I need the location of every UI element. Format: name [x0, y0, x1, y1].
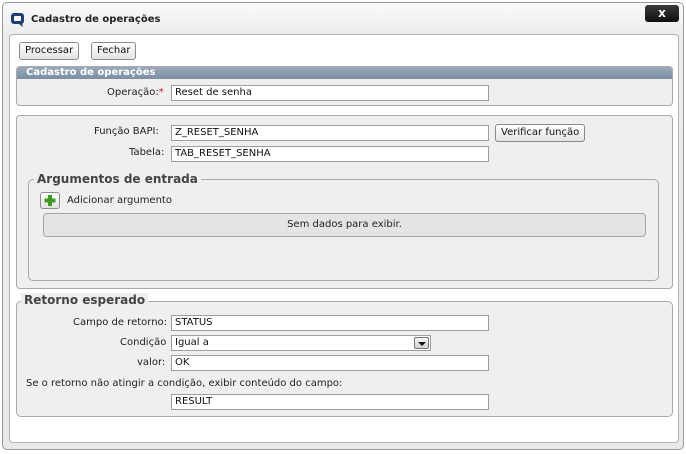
table-input[interactable]: TAB_RESET_SENHA — [171, 146, 489, 162]
add-argument-label[interactable]: Adicionar argumento — [67, 195, 172, 206]
condition-selected-value: Igual a — [175, 337, 209, 348]
arguments-fieldset: Argumentos de entrada Adicionar argument… — [28, 172, 659, 281]
verify-function-button[interactable]: Verificar função — [495, 124, 586, 142]
close-button[interactable]: Fechar — [91, 42, 137, 60]
operation-label-text: Operação: — [107, 87, 159, 98]
value-label: valor: — [137, 357, 166, 368]
function-bapi-input[interactable]: Z_RESET_SENHA — [171, 125, 489, 141]
process-button[interactable]: Processar — [19, 42, 80, 60]
fallback-field-input[interactable]: RESULT — [171, 394, 489, 410]
close-window-button[interactable]: x — [645, 5, 679, 22]
operation-section: Cadastro de operações Operação:* Reset d… — [16, 66, 673, 106]
value-input[interactable]: OK — [171, 355, 489, 371]
arguments-empty-grid: Sem dados para exibir. — [43, 213, 646, 237]
condition-label: Condição — [120, 337, 167, 348]
return-legend: Retorno esperado — [21, 293, 149, 307]
dialog-window: Cadastro de operações x Processar Fechar… — [2, 2, 684, 450]
add-argument-button[interactable] — [40, 192, 60, 209]
window-title: Cadastro de operações — [31, 14, 161, 25]
fallback-label: Se o retorno não atingir a condição, exi… — [26, 378, 343, 389]
arguments-legend: Argumentos de entrada — [34, 172, 201, 186]
return-fieldset: Retorno esperado Campo de retorno: STATU… — [16, 293, 673, 417]
operation-section-header: Cadastro de operações — [17, 67, 672, 79]
condition-select[interactable]: Igual a — [171, 335, 431, 351]
chevron-down-icon[interactable] — [414, 337, 429, 349]
required-mark: * — [158, 87, 164, 98]
return-field-label: Campo de retorno: — [73, 317, 168, 328]
operation-input[interactable]: Reset de senha — [171, 85, 489, 101]
table-label: Tabela: — [129, 147, 165, 158]
title-bar[interactable]: Cadastro de operações x — [3, 3, 683, 33]
plus-icon — [44, 195, 56, 206]
main-panel: Processar Fechar Cadastro de operações O… — [9, 34, 679, 443]
bapi-section: Função BAPI: Z_RESET_SENHA Verificar fun… — [16, 115, 673, 289]
operation-label: Operação:* — [107, 87, 164, 98]
app-logo-icon — [11, 13, 24, 27]
return-field-input[interactable]: STATUS — [171, 315, 489, 331]
function-bapi-label: Função BAPI: — [94, 126, 159, 137]
